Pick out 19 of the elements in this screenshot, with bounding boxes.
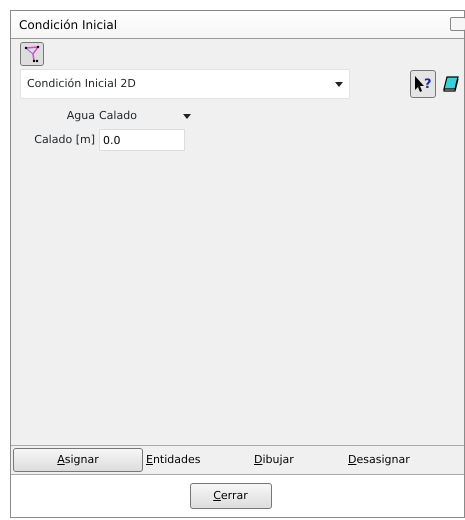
close-button[interactable] <box>450 17 465 31</box>
water-dropdown[interactable]: Calado <box>99 108 191 124</box>
action-button[interactable]: Dibujar <box>253 448 347 472</box>
action-button[interactable]: Asignar <box>13 448 143 472</box>
action-button[interactable]: Entidades <box>145 448 253 472</box>
caret-icon <box>335 82 343 86</box>
action-button[interactable]: Desasignar <box>347 448 437 472</box>
help-button[interactable]: ? <box>410 70 436 98</box>
dropdown-value: Condición Inicial 2D <box>27 76 136 92</box>
shape-icon <box>24 45 40 63</box>
input-field[interactable]: 0.0 <box>99 129 185 151</box>
book-icon[interactable] <box>442 75 460 93</box>
condition-dropdown[interactable]: Condición Inicial 2D <box>20 69 350 99</box>
field-label: Agua <box>66 108 96 124</box>
close-button[interactable]: Cerrar <box>190 483 272 509</box>
caret-icon <box>183 114 191 118</box>
window-title: Condición Inicial <box>19 16 118 34</box>
toolbar-button[interactable] <box>20 42 44 66</box>
field-label: Calado [m] <box>33 132 96 148</box>
